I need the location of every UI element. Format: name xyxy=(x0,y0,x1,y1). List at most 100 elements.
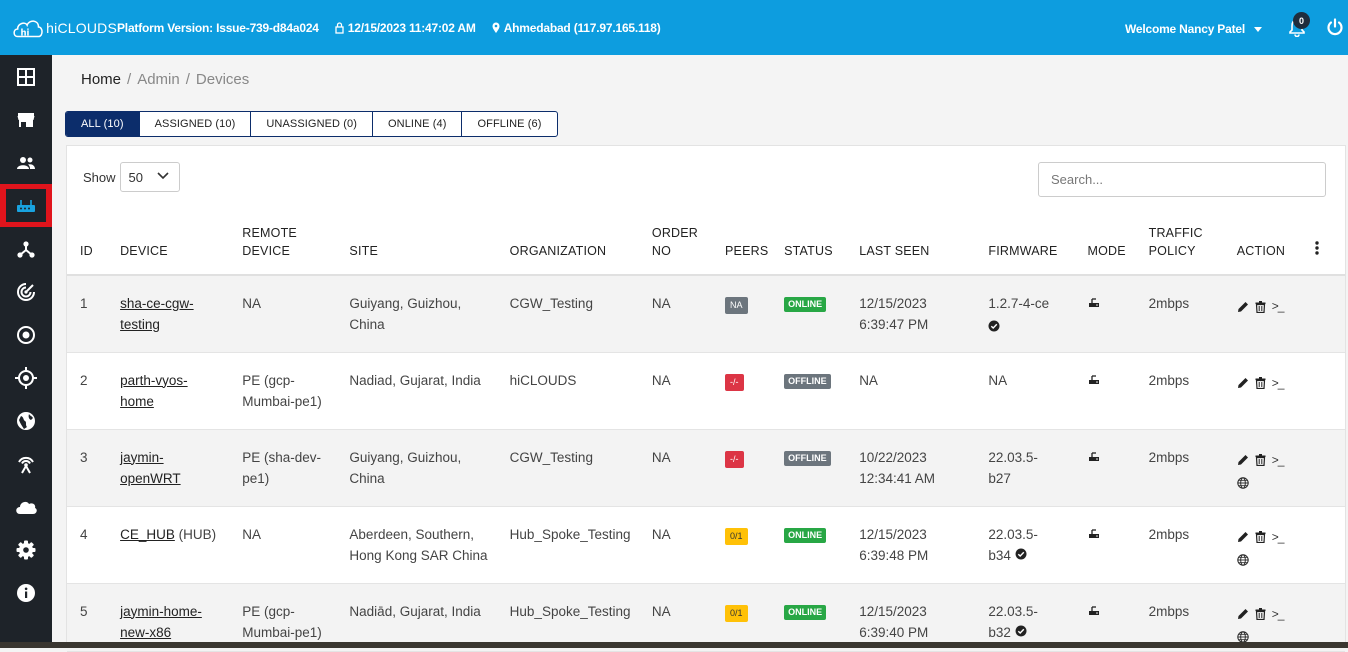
terminal-icon[interactable]: >_ xyxy=(1272,373,1285,394)
sidebar-item-cloud[interactable] xyxy=(0,485,52,528)
top-bar: hi hiCLOUDS Platform Version: Issue-739-… xyxy=(0,0,1348,55)
col-header-mode[interactable]: MODE xyxy=(1087,219,1149,276)
edit-pencil-icon[interactable] xyxy=(1237,301,1249,313)
show-label: Show xyxy=(83,169,116,185)
col-header-organization[interactable]: ORGANIZATION xyxy=(509,219,652,276)
map-pin-icon xyxy=(492,22,500,34)
cell-remote-device: NA xyxy=(242,296,262,311)
cell-peers: NA xyxy=(725,275,784,352)
delete-trash-icon[interactable] xyxy=(1255,608,1266,620)
globe-icon[interactable] xyxy=(1237,476,1249,489)
terminal-icon[interactable]: >_ xyxy=(1272,604,1285,625)
tab-all[interactable]: ALL (10) xyxy=(66,112,140,136)
device-link[interactable]: jaymin-home-new-x86 xyxy=(120,604,202,640)
device-link[interactable]: jaymin-openWRT xyxy=(120,450,181,486)
col-header-peers[interactable]: PEERS xyxy=(725,219,785,276)
breadcrumb: Home / Admin / Devices xyxy=(81,71,249,88)
col-header-remote-device[interactable]: REMOTE DEVICE xyxy=(242,219,350,276)
power-icon[interactable] xyxy=(1326,18,1344,41)
col-header-firmware[interactable]: FIRMWARE xyxy=(988,219,1088,276)
router-mode-icon[interactable] xyxy=(1088,451,1100,462)
col-header-order-no[interactable]: ORDER NO xyxy=(651,219,725,276)
lock-icon xyxy=(335,21,344,34)
globe-icon[interactable] xyxy=(1237,630,1249,643)
device-link[interactable]: CE_HUB xyxy=(120,527,175,542)
breadcrumb-admin[interactable]: Admin xyxy=(137,71,180,88)
table-row: 2 parth-vyos-home PE (gcp- Mumbai-pe1) Na… xyxy=(67,352,1345,429)
breadcrumb-separator: / xyxy=(127,71,132,88)
router-mode-icon[interactable] xyxy=(1088,528,1100,539)
tab-unassigned[interactable]: UNASSIGNED (0) xyxy=(251,112,373,136)
device-link[interactable]: parth-vyos-home xyxy=(120,373,188,409)
sidebar-item-settings[interactable] xyxy=(0,528,52,571)
cell-organization: Hub_Spoke_Testing xyxy=(509,603,631,619)
cell-order-no: NA xyxy=(651,296,671,311)
col-header-last-seen[interactable]: LAST SEEN xyxy=(859,219,989,276)
cell-status: ONLINE xyxy=(784,583,859,651)
cell-firmware: 22.03.5- b34 xyxy=(988,506,1087,583)
sidebar-item-info[interactable] xyxy=(0,571,52,614)
edit-pencil-icon[interactable] xyxy=(1237,454,1249,466)
sidebar-item-wireless[interactable] xyxy=(0,442,52,485)
router-mode-icon[interactable] xyxy=(1088,605,1100,616)
sidebar-item-store[interactable] xyxy=(0,98,52,141)
col-header-id[interactable]: ID xyxy=(67,219,121,276)
sidebar-item-users[interactable] xyxy=(0,141,52,184)
sidebar-item-topology[interactable] xyxy=(0,227,52,270)
peers-badge: -/- xyxy=(725,450,744,468)
delete-trash-icon[interactable] xyxy=(1255,531,1266,543)
col-header-site[interactable]: SITE xyxy=(349,219,510,276)
cell-id: 5 xyxy=(80,603,88,619)
column-menu[interactable] xyxy=(1314,219,1345,276)
sidebar-item-location[interactable] xyxy=(0,356,52,399)
col-header-device[interactable]: DEVICE xyxy=(120,219,243,276)
users-icon xyxy=(17,156,35,169)
page-size-select[interactable]: 50 xyxy=(119,162,180,192)
col-header-traffic-policy[interactable]: TRAFFIC POLICY xyxy=(1148,219,1237,276)
sidebar-item-target[interactable] xyxy=(0,313,52,356)
col-header-status[interactable]: STATUS xyxy=(784,219,860,276)
edit-pencil-icon[interactable] xyxy=(1237,377,1249,389)
sidebar-item-devices[interactable] xyxy=(0,184,52,227)
page-size-control: Show 50 xyxy=(83,162,180,192)
page-size-value: 50 xyxy=(128,169,143,185)
delete-trash-icon[interactable] xyxy=(1255,377,1266,389)
cell-organization: Hub_Spoke_Testing xyxy=(509,526,631,542)
tab-online[interactable]: ONLINE (4) xyxy=(373,112,463,136)
cell-status: ONLINE xyxy=(784,275,859,352)
delete-trash-icon[interactable] xyxy=(1255,300,1266,313)
cell-status: OFFLINE xyxy=(784,429,859,506)
logo-text: hiCLOUDS xyxy=(46,19,117,36)
cell-remote-device: NA xyxy=(242,526,262,542)
globe-icon[interactable] xyxy=(1237,553,1249,566)
terminal-icon[interactable]: >_ xyxy=(1272,296,1285,317)
tab-assigned[interactable]: ASSIGNED (10) xyxy=(140,112,252,136)
edit-pencil-icon[interactable] xyxy=(1237,531,1249,543)
location-text: Ahmedabad (117.97.165.118) xyxy=(503,20,661,35)
cell-mode xyxy=(1088,275,1149,352)
tab-offline[interactable]: OFFLINE (6) xyxy=(462,112,556,136)
sidebar-item-signal[interactable] xyxy=(0,270,52,313)
delete-trash-icon[interactable] xyxy=(1255,454,1266,466)
store-icon xyxy=(17,112,35,127)
router-mode-icon[interactable] xyxy=(1088,298,1100,308)
sidebar-item-globe[interactable] xyxy=(0,399,52,442)
devices-card: Show 50 ID DEVICE REMOTEDEVICE SITE ORGA… xyxy=(66,145,1346,651)
cell-order-no: NA xyxy=(651,603,671,619)
crosshair-icon xyxy=(15,366,37,389)
cell-spacer xyxy=(1315,352,1345,429)
logo[interactable]: hi hiCLOUDS xyxy=(12,15,117,41)
user-menu[interactable]: Welcome Nancy Patel xyxy=(1125,22,1262,36)
sidebar-item-dashboard[interactable] xyxy=(0,55,52,98)
table-row: 5 jaymin-home-new-x86 PE (gcp- Mumbai-pe1… xyxy=(67,583,1345,651)
edit-pencil-icon[interactable] xyxy=(1237,608,1249,620)
breadcrumb-home[interactable]: Home xyxy=(81,71,121,88)
peers-badge: -/- xyxy=(725,373,744,391)
cell-order-no: NA xyxy=(651,449,671,465)
terminal-icon[interactable]: >_ xyxy=(1272,450,1285,471)
terminal-icon[interactable]: >_ xyxy=(1272,527,1285,548)
cell-mode xyxy=(1088,352,1149,429)
device-link[interactable]: sha-ce-cgw-testing xyxy=(120,296,194,332)
router-mode-icon[interactable] xyxy=(1088,374,1100,385)
search-input[interactable] xyxy=(1038,162,1326,197)
